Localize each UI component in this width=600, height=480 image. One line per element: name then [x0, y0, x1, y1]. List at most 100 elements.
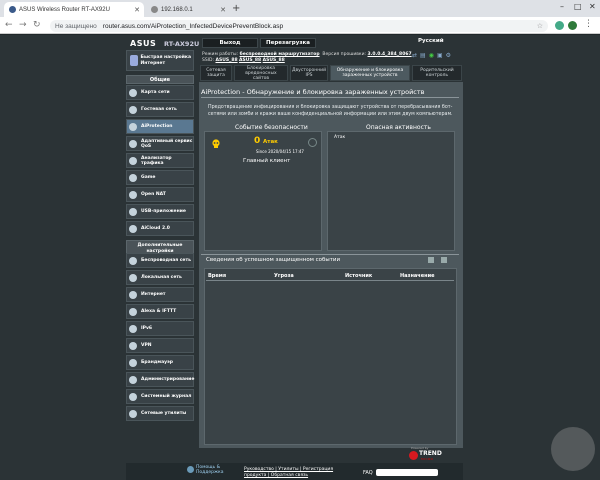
wireless-icon — [129, 256, 137, 265]
firewall-icon — [129, 358, 137, 367]
trend-micro-logo: TREND MICRO — [409, 450, 447, 462]
bookmark-star-icon[interactable]: ☆ — [537, 22, 543, 30]
maximize-icon[interactable]: □ — [574, 2, 582, 11]
sidebar-item-network-tools[interactable]: Сетевые утилиты — [126, 406, 194, 421]
ssid-line: SSID: ASUS_88 ASUS_88 ASUS_88 — [202, 58, 285, 63]
trend-micro-icon — [409, 451, 418, 460]
close-tab-icon[interactable]: ✕ — [220, 6, 226, 14]
browser-tab-bar: ASUS Wireless Router RT-AX92U ✕ 192.168.… — [0, 0, 600, 17]
sidebar-item-administration[interactable]: Администрирование — [126, 372, 194, 387]
sidebar-item-traffic-analyzer[interactable]: Анализатор трафика — [126, 153, 194, 168]
footer-links-line2[interactable]: продукта | Обратная связь — [244, 473, 308, 478]
wifi-status-icon[interactable]: ◉ — [429, 52, 434, 59]
browser-tab-title: ASUS Wireless Router RT-AX92U — [19, 6, 110, 13]
danger-activity-box — [327, 131, 455, 251]
firmware-link[interactable]: 3.0.0.4_384_8067 — [368, 52, 412, 57]
tab-parental-controls[interactable]: Родительский контроль — [412, 65, 462, 81]
sidebar-item-wireless[interactable]: Беспроводная сеть — [126, 253, 194, 268]
security-event-header: Событие безопасности — [235, 124, 308, 131]
tools-icon — [129, 409, 137, 418]
qos-icon — [129, 139, 137, 148]
faq-label: FAQ — [363, 470, 373, 476]
column-source: Источник — [345, 273, 373, 279]
title-divider — [201, 97, 459, 98]
attack-label: Атак — [263, 139, 278, 145]
url-text: router.asus.com/AiProtection_InfectedDev… — [102, 22, 284, 30]
sidebar-item-firewall[interactable]: Брандмауэр — [126, 355, 194, 370]
language-select[interactable]: Русский — [418, 38, 444, 44]
sidebar-item-game[interactable]: Game — [126, 170, 194, 185]
sidebar-item-alexa[interactable]: Alexa & IFTTT — [126, 304, 194, 319]
browser-tab-ip[interactable]: 192.168.0.1 ✕ — [146, 2, 230, 17]
column-time: Время — [208, 273, 227, 279]
close-window-icon[interactable]: ✕ — [589, 2, 596, 11]
sidebar-item-open-nat[interactable]: Open NAT — [126, 187, 194, 202]
globe-icon — [151, 6, 158, 13]
top-client-label: Главный клиент — [243, 158, 291, 164]
close-tab-icon[interactable]: ✕ — [134, 6, 140, 14]
extension-icon[interactable] — [555, 21, 564, 30]
app-status-icon[interactable]: ▣ — [437, 52, 443, 59]
tab-network-protection[interactable]: Сетевая защита — [200, 65, 232, 81]
page-title: AiProtection - Обнаружение и блокировка … — [201, 88, 425, 96]
history-icon[interactable] — [308, 138, 317, 147]
new-tab-icon[interactable]: + — [232, 3, 240, 14]
quick-setup-button[interactable]: Быстрая настройка Интернет — [126, 50, 194, 71]
minimize-icon[interactable]: – — [560, 2, 564, 11]
ipv6-icon — [129, 324, 137, 333]
shield-icon — [129, 122, 137, 131]
insecure-label: Не защищено — [55, 22, 97, 30]
help-support-link[interactable]: Помощь & Поддержка — [196, 465, 236, 475]
danger-activity-header: Опасная активность — [366, 124, 431, 131]
menu-icon[interactable]: ⋮ — [584, 19, 593, 29]
browser-tab-router[interactable]: ASUS Wireless Router RT-AX92U ✕ — [4, 2, 144, 17]
events-title: Сведения об успешном защищенном событии — [206, 257, 341, 263]
sidebar-item-ipv6[interactable]: IPv6 — [126, 321, 194, 336]
footer-links-line1[interactable]: Руководство | Утилиты | Регистрация — [244, 467, 333, 472]
tab-two-way-ips[interactable]: Двусторонний IPS — [290, 65, 328, 81]
op-mode-link[interactable]: беспроводной маршрутизатор — [240, 52, 320, 57]
attack-count: 0 — [254, 136, 261, 146]
tab-infected-device-block[interactable]: Обнаружение и блокировка зараженных устр… — [330, 65, 410, 81]
footer-links: Руководство | Утилиты | Регистрация прод… — [244, 467, 333, 479]
sidebar-item-system-log[interactable]: Системный журнал — [126, 389, 194, 404]
profile-avatar[interactable] — [568, 21, 577, 30]
logout-button[interactable]: Выход — [202, 38, 258, 48]
sidebar-item-usb[interactable]: USB-приложение — [126, 204, 194, 219]
op-mode-line: Режим работы: беспроводной маршрутизатор… — [202, 52, 412, 57]
reboot-button[interactable]: Перезагрузка — [260, 38, 316, 48]
usb-status-icon[interactable]: ▤ — [420, 52, 426, 59]
vpn-icon — [129, 341, 137, 350]
sidebar-item-guest-network[interactable]: Гостевая сеть — [126, 102, 194, 117]
tab-malicious-sites[interactable]: Блокировка вредоносных сайтов — [234, 65, 288, 81]
network-map-icon — [129, 88, 137, 97]
admin-icon — [129, 375, 137, 384]
sidebar-item-network-map[interactable]: Карта сети — [126, 85, 194, 100]
network-status-icon[interactable]: ⇄ — [412, 52, 417, 59]
watermark-logo — [551, 427, 595, 471]
back-icon[interactable]: ← — [5, 20, 13, 30]
sidebar-item-aicloud[interactable]: AiCloud 2.0 — [126, 221, 194, 236]
column-threat: Угроза — [274, 273, 294, 279]
save-icon[interactable] — [428, 257, 434, 263]
game-status-icon[interactable]: ⚙ — [446, 52, 451, 59]
reload-icon[interactable]: ↻ — [33, 20, 41, 30]
faq-search-input[interactable] — [376, 469, 438, 476]
globe-icon — [129, 290, 137, 299]
address-bar[interactable]: Не защищено router.asus.com/AiProtection… — [50, 20, 548, 32]
wizard-icon — [130, 55, 138, 66]
sidebar-item-qos[interactable]: Адаптивный сервис QoS — [126, 136, 194, 151]
trash-icon[interactable] — [441, 257, 447, 263]
sidebar-item-lan[interactable]: Локальная сеть — [126, 270, 194, 285]
column-destination: Назначение — [400, 273, 435, 279]
sidebar-item-aiprotection[interactable]: AiProtection — [126, 119, 194, 134]
help-icon — [187, 466, 194, 473]
sidebar-item-vpn[interactable]: VPN — [126, 338, 194, 353]
forward-icon[interactable]: → — [19, 20, 27, 30]
status-icons: ⇄ ▤ ◉ ▣ ⚙ — [412, 52, 451, 59]
guest-network-icon — [129, 105, 137, 114]
alexa-icon — [129, 307, 137, 316]
sidebar: Быстрая настройка Интернет Общие Карта с… — [126, 50, 194, 468]
browser-toolbar: ← → ↻ Не защищено router.asus.com/AiProt… — [0, 17, 600, 34]
sidebar-item-wan[interactable]: Интернет — [126, 287, 194, 302]
